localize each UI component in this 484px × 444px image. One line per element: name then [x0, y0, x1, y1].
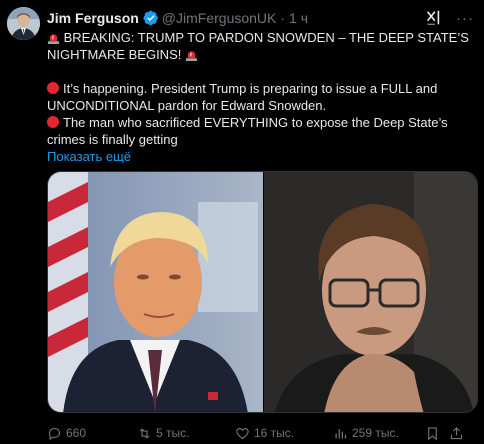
media-photo-right[interactable]	[264, 172, 478, 413]
views-chart-icon	[335, 428, 347, 438]
tweet-paragraph-2: The man who sacrificed EVERYTHING to exp…	[47, 115, 448, 147]
share-icon	[450, 426, 463, 439]
like-count: 16 тыс.	[254, 426, 295, 440]
tweet-headline-line: BREAKING: TRUMP TO PARDON SNOWDEN – THE …	[47, 29, 472, 63]
bookmark-icon	[428, 426, 437, 440]
heart-icon	[236, 427, 249, 439]
author-avatar[interactable]	[7, 7, 40, 40]
retweet-button[interactable]: 5 тыс.	[137, 426, 235, 441]
like-button[interactable]: 16 тыс.	[235, 426, 333, 441]
grok-icon[interactable]	[424, 9, 442, 27]
reply-button[interactable]: 660	[47, 426, 137, 441]
views-button[interactable]: 259 тыс.	[333, 426, 425, 441]
media-photo-left[interactable]	[48, 172, 263, 413]
show-more-link[interactable]: Показать ещё	[47, 149, 131, 164]
tweet-actions: 660 5 тыс. 16 тыс. 259 тыс.	[47, 423, 477, 443]
bookmark-button[interactable]	[425, 426, 449, 441]
tweet-headline: BREAKING: TRUMP TO PARDON SNOWDEN – THE …	[47, 30, 469, 62]
more-options-icon[interactable]: ···	[456, 11, 474, 26]
author-name[interactable]: Jim Ferguson	[47, 10, 139, 26]
red-circle-emoji-icon	[47, 82, 59, 94]
author-handle[interactable]: @JimFergusonUK	[162, 10, 277, 26]
tweet-header: Jim Ferguson @JimFergusonUK · 1 ч ···	[47, 8, 474, 28]
avatar-photo-icon	[7, 7, 40, 40]
tweet-timestamp[interactable]: 1 ч	[289, 10, 308, 26]
retweet-icon	[139, 427, 150, 439]
reply-count: 660	[66, 426, 87, 440]
share-button[interactable]	[449, 426, 469, 441]
siren-emoji-icon	[47, 34, 60, 44]
view-count: 259 тыс.	[352, 426, 399, 440]
retweet-count: 5 тыс.	[156, 426, 190, 440]
header-separator: ·	[280, 10, 286, 26]
red-circle-emoji-icon	[47, 116, 59, 128]
verified-badge-icon[interactable]	[143, 10, 159, 26]
tweet-media	[47, 171, 478, 413]
tweet-paragraph-1: It’s happening. President Trump is prepa…	[47, 81, 438, 113]
siren-emoji-icon	[185, 51, 198, 61]
tweet-card[interactable]: Jim Ferguson @JimFergusonUK · 1 ч ··· BR…	[0, 0, 484, 444]
tweet-text: BREAKING: TRUMP TO PARDON SNOWDEN – THE …	[47, 29, 472, 165]
reply-icon	[48, 427, 61, 440]
